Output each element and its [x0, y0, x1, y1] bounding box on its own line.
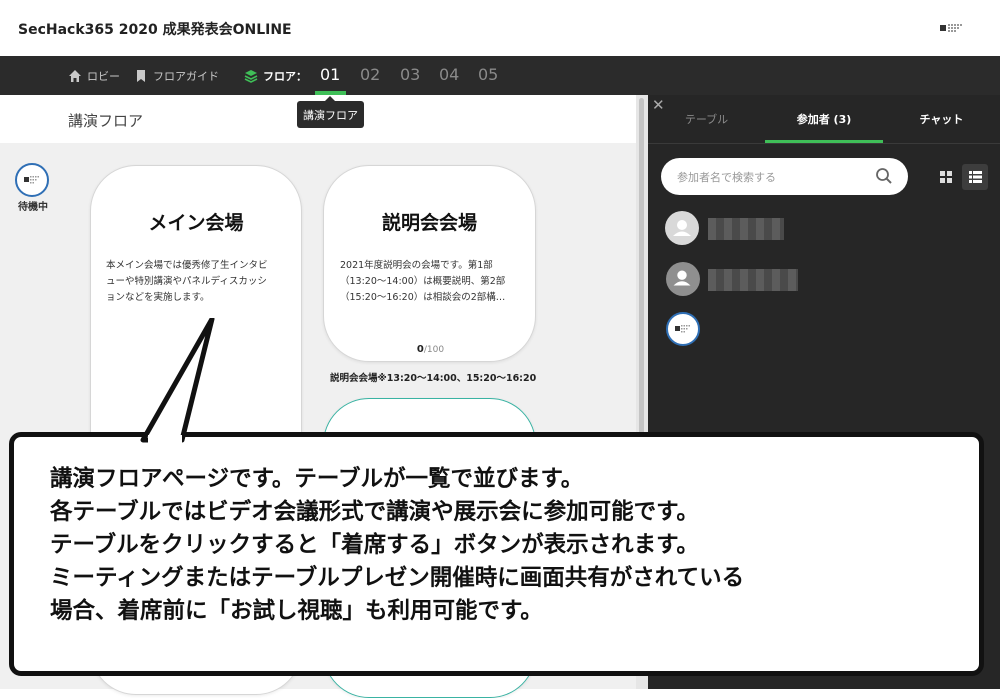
floor-tab-02[interactable]: 02	[360, 65, 380, 84]
app-header: SecHack365 2020 成果発表会ONLINE	[0, 0, 1000, 56]
card-desc-line: ューや特別講演やパネルディスカッシ	[106, 276, 267, 287]
app-title: SecHack365 2020 成果発表会ONLINE	[18, 22, 292, 38]
tab-chat[interactable]: チャット	[883, 95, 1000, 143]
participant-name	[708, 218, 784, 240]
nav-lobby-label: ロビー	[87, 69, 120, 83]
floor-tab-03[interactable]: 03	[400, 65, 420, 84]
floor-tab-04[interactable]: 04	[439, 65, 459, 84]
user-icon	[673, 220, 691, 236]
card-desc-line: （15:20〜16:20）は相談会の2部構…	[340, 292, 506, 303]
participant-avatar[interactable]	[666, 262, 700, 296]
callout-line: 各テーブルではビデオ会議形式で講演や展示会に参加可能です。	[50, 499, 699, 525]
floor-tab-05[interactable]: 05	[478, 65, 498, 84]
card-desc-line: ョンなどを実施します。	[106, 292, 210, 303]
participant-search-input[interactable]: 参加者名で検索する	[661, 158, 908, 195]
bookmark-icon	[137, 69, 145, 82]
participant-avatar[interactable]	[665, 211, 699, 245]
explanation-callout: 講演フロアページです。テーブルが一覧で並びます。 各テーブルではビデオ会議形式で…	[9, 432, 984, 676]
tab-table[interactable]: テーブル	[648, 95, 765, 143]
tab-participants[interactable]: 参加者 (3)	[765, 95, 883, 143]
search-placeholder: 参加者名で検索する	[677, 171, 776, 184]
list-view-button[interactable]	[962, 164, 988, 190]
floor-label: フロア：	[263, 69, 307, 83]
user-icon	[673, 270, 691, 286]
floor-tab-01[interactable]: 01	[320, 65, 340, 84]
floor-navbar: ロビー フロアガイド フロア： 01 02 03 04 05	[0, 56, 1000, 95]
list-icon	[968, 171, 982, 183]
active-tab-indicator	[765, 140, 883, 143]
participant-name	[708, 269, 798, 291]
tab-divider	[648, 143, 1000, 144]
callout-line: テーブルをクリックすると「着席する」ボタンが表示されます。	[50, 532, 699, 558]
callout-tail	[140, 318, 215, 443]
card-desc-line: 本メイン会場では優秀修了生インタビ	[106, 260, 268, 271]
table-card-briefing-venue[interactable]: 説明会会場 2021年度説明会の会場です。第1部 （13:20〜14:00）は概…	[323, 165, 536, 362]
nav-floor-guide[interactable]: フロアガイド	[134, 56, 219, 95]
card-title: 説明会会場	[381, 212, 477, 234]
participant-avatar[interactable]	[666, 312, 700, 346]
card-caption: 説明会会場※13:20〜14:00、15:20〜16:20	[330, 373, 537, 384]
seat-count: 0/100	[324, 344, 537, 355]
avatar[interactable]	[15, 163, 49, 197]
seat-count-max: /100	[423, 345, 445, 355]
card-description: 2021年度説明会の会場です。第1部 （13:20〜14:00）は概要説明、第2…	[340, 258, 505, 306]
user-logo-icon	[675, 325, 690, 333]
callout-line: 講演フロアページです。テーブルが一覧で並びます。	[50, 466, 584, 492]
layers-icon	[244, 69, 258, 83]
floor-tooltip: 講演フロア	[297, 96, 364, 128]
card-description: 本メイン会場では優秀修了生インタビ ューや特別講演やパネルディスカッシ ョンなど…	[106, 258, 268, 306]
card-desc-line: （13:20〜14:00）は概要説明、第2部	[340, 276, 506, 287]
callout-tail-joint	[148, 435, 182, 443]
callout-line: 場合、着席前に「お試し視聴」も利用可能です。	[50, 598, 543, 624]
callout-line: ミーティングまたはテーブルプレゼン開催時に画面共有がされている	[50, 565, 745, 591]
card-desc-line: 2021年度説明会の会場です。第1部	[340, 260, 493, 271]
nav-floor-selector: フロア：	[244, 56, 307, 95]
home-icon	[69, 69, 81, 82]
grid-view-button[interactable]	[933, 164, 959, 190]
floor-title: 講演フロア	[68, 112, 144, 130]
grid-icon	[940, 171, 952, 183]
callout-text: 講演フロアページです。テーブルが一覧で並びます。 各テーブルではビデオ会議形式で…	[50, 463, 744, 628]
logo-icon	[940, 24, 962, 32]
nav-floor-guide-label: フロアガイド	[153, 69, 219, 83]
scrollbar-thumb[interactable]	[639, 98, 644, 438]
nav-lobby[interactable]: ロビー	[68, 56, 120, 95]
seat-count-value: 0	[416, 344, 424, 355]
user-logo-icon	[24, 176, 39, 184]
waiting-label: 待機中	[18, 202, 48, 213]
search-icon[interactable]	[875, 167, 893, 185]
card-title: メイン会場	[148, 212, 244, 234]
